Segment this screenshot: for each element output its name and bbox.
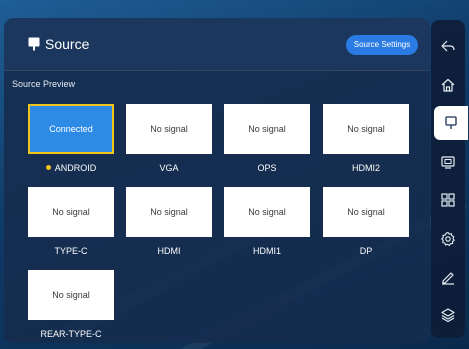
layers-icon [441, 308, 455, 323]
header-divider [4, 70, 430, 71]
source-name: ANDROID [54, 163, 97, 173]
source-label-hdmi1: HDMI1 [252, 246, 281, 256]
screen-icon [441, 156, 455, 169]
source-icon [445, 116, 457, 129]
source-label-type-c: TYPE-C [54, 246, 88, 256]
source-label-vga: VGA [159, 163, 179, 173]
panel-header: Source Source Settings [4, 18, 430, 70]
source-tile-hdmi[interactable]: No signal [126, 187, 212, 237]
source-tile-ops[interactable]: No signal [224, 104, 310, 154]
settings-gear-icon [441, 231, 455, 247]
active-indicator-dot [45, 165, 51, 170]
source-tile-rear-type-c[interactable]: No signal [28, 270, 114, 320]
sidebar-item-back[interactable] [431, 29, 465, 63]
source-label-hdmi2: HDMI2 [351, 163, 380, 173]
sidebar-item-home[interactable] [431, 68, 465, 102]
sidebar-item-annotate[interactable] [431, 260, 465, 294]
source-tile-hdmi1[interactable]: No signal [224, 187, 310, 237]
source-settings-button[interactable]: Source Settings [346, 35, 418, 55]
sidebar [431, 20, 468, 338]
section-label: Source Preview [12, 79, 76, 89]
source-label-hdmi: HDMI [157, 246, 181, 256]
sidebar-item-screen[interactable] [431, 145, 465, 179]
home-icon [441, 78, 455, 92]
sidebar-item-source[interactable] [434, 106, 468, 140]
sidebar-item-apps[interactable] [431, 183, 465, 217]
page-title: Source [45, 36, 90, 52]
sidebar-item-settings[interactable] [431, 222, 465, 256]
source-tile-vga[interactable]: No signal [126, 104, 212, 154]
apps-grid-icon [441, 193, 455, 207]
source-tile-hdmi2[interactable]: No signal [323, 104, 409, 154]
source-label-dp: DP [359, 246, 373, 256]
annotate-pen-icon [442, 272, 454, 285]
source-label-android: ANDROID [28, 162, 114, 174]
source-label-ops: OPS [257, 163, 277, 173]
sidebar-item-layers[interactable] [431, 298, 465, 332]
source-title-icon [28, 37, 40, 51]
source-tile-dp[interactable]: No signal [323, 187, 409, 237]
source-tile-type-c[interactable]: No signal [28, 187, 114, 237]
source-label-rear-type-c: REAR-TYPE-C [40, 329, 102, 339]
back-icon [441, 40, 455, 52]
source-panel: Source Source Settings Source Preview Co… [4, 18, 430, 343]
source-tile-android[interactable]: Connected [28, 104, 114, 154]
